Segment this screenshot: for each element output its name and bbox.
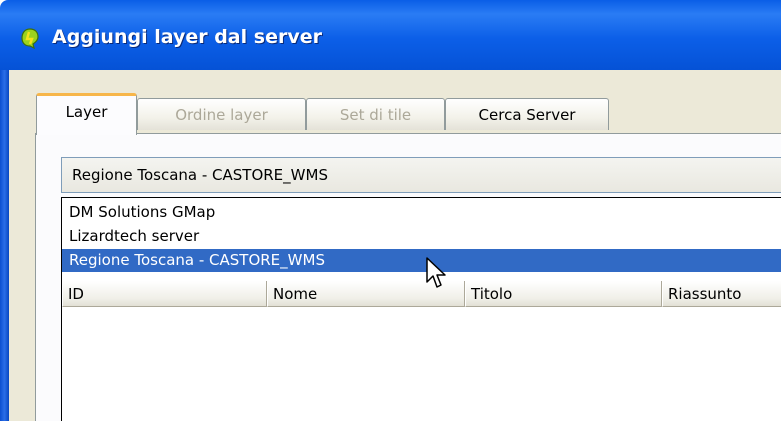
column-header-abstract[interactable]: Riassunto (662, 281, 781, 307)
layers-table-header: ID Nome Titolo Riassunto (62, 281, 781, 307)
server-dropdown-list[interactable]: DM Solutions GMap Lizardtech server Regi… (61, 197, 781, 421)
list-item[interactable]: DM Solutions GMap (62, 201, 781, 224)
tab-tilesets[interactable]: Set di tile (306, 98, 445, 130)
option-label: Regione Toscana - CASTORE_WMS (69, 251, 325, 269)
tab-layer-label: Layer (65, 103, 108, 121)
option-label: Lizardtech server (69, 227, 200, 245)
column-header-label: Titolo (471, 285, 513, 303)
tab-layer-order-label: Ordine layer (175, 105, 268, 124)
window-frame-left (0, 70, 9, 421)
column-header-title[interactable]: Titolo (465, 281, 662, 307)
tab-server-search[interactable]: Cerca Server (445, 98, 609, 130)
column-header-id[interactable]: ID (62, 281, 267, 307)
tab-tilesets-label: Set di tile (339, 105, 412, 124)
tab-server-search-label: Cerca Server (478, 105, 576, 124)
dialog-title: Aggiungi layer dal server (52, 26, 322, 48)
option-label: DM Solutions GMap (69, 203, 216, 221)
title-bar[interactable]: Aggiungi layer dal server (0, 0, 781, 70)
column-header-label: ID (68, 285, 84, 303)
column-header-label: Riassunto (668, 285, 742, 303)
add-wms-layer-dialog: Aggiungi layer dal server Layer Ordine l… (0, 0, 781, 421)
list-item[interactable]: Lizardtech server (62, 225, 781, 248)
tab-layer-order[interactable]: Ordine layer (137, 98, 306, 130)
server-select[interactable]: Regione Toscana - CASTORE_WMS (61, 157, 781, 193)
list-item-selected[interactable]: Regione Toscana - CASTORE_WMS (62, 249, 781, 272)
qgis-logo-icon (21, 28, 39, 49)
tab-layer[interactable]: Layer (36, 93, 137, 135)
server-select-value: Regione Toscana - CASTORE_WMS (72, 166, 328, 184)
column-header-label: Nome (273, 285, 318, 303)
column-header-name[interactable]: Nome (267, 281, 465, 307)
